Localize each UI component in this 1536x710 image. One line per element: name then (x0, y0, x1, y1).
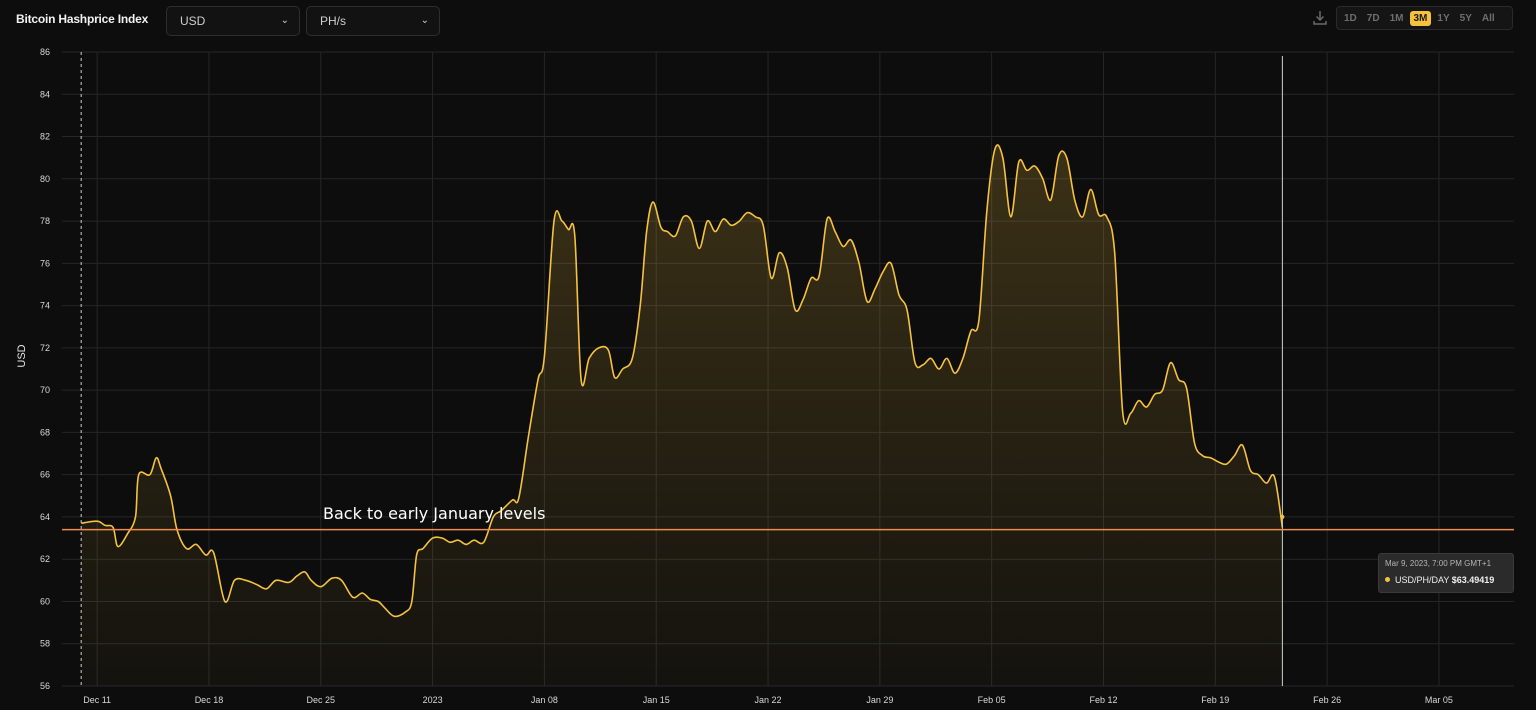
y-tick-label: 70 (40, 385, 50, 395)
annotation-label: Back to early January levels (323, 504, 546, 523)
x-tick-label: Feb 05 (978, 695, 1006, 705)
x-tick-label: Jan 15 (643, 695, 670, 705)
y-tick-label: 64 (40, 512, 50, 522)
hover-point (1280, 514, 1285, 519)
y-tick-label: 80 (40, 174, 50, 184)
tooltip-series-label: USD/PH/DAY (1395, 575, 1450, 585)
y-tick-label: 58 (40, 639, 50, 649)
y-axis: 56 58 60 62 64 66 68 70 72 74 76 78 80 82 84 86 (40, 47, 50, 691)
y-tick-label: 82 (40, 132, 50, 142)
x-axis: Dec 11 Dec 18 Dec 25 2023 Jan 08 Jan 15 Jan 22… (83, 695, 1453, 705)
series-area (81, 144, 1283, 687)
y-tick-label: 66 (40, 470, 50, 480)
series-dot-icon (1385, 577, 1390, 582)
x-tick-label: Jan 29 (866, 695, 893, 705)
x-tick-label: Jan 08 (531, 695, 558, 705)
y-tick-label: 68 (40, 427, 50, 437)
x-tick-label: Feb 19 (1201, 695, 1229, 705)
y-tick-label: 72 (40, 343, 50, 353)
tooltip-value: $63.49419 (1451, 575, 1495, 585)
x-tick-label: 2023 (423, 695, 443, 705)
tooltip-row: USD/PH/DAY $63.49419 (1385, 575, 1507, 585)
tooltip-date: Mar 9, 2023, 7:00 PM GMT+1 (1385, 559, 1492, 568)
y-tick-label: 74 (40, 301, 50, 311)
y-tick-label: 84 (40, 89, 50, 99)
tooltip: Mar 9, 2023, 7:00 PM GMT+1 USD/PH/DAY $6… (1378, 553, 1514, 593)
x-tick-label: Jan 22 (755, 695, 782, 705)
x-tick-label: Dec 25 (307, 695, 336, 705)
x-tick-label: Dec 11 (83, 695, 111, 705)
x-tick-label: Mar 05 (1425, 695, 1453, 705)
x-tick-label: Feb 26 (1313, 695, 1341, 705)
x-tick-label: Feb 12 (1089, 695, 1117, 705)
y-tick-label: 86 (40, 47, 50, 57)
y-tick-label: 78 (40, 216, 50, 226)
y-tick-label: 56 (40, 681, 50, 691)
hashprice-chart[interactable]: 56586062646668707274767880828486 Dec 11 D… (0, 0, 1536, 710)
y-tick-label: 76 (40, 258, 50, 268)
y-tick-label: 62 (40, 554, 50, 564)
y-tick-label: 60 (40, 596, 50, 606)
x-tick-label: Dec 18 (195, 695, 224, 705)
